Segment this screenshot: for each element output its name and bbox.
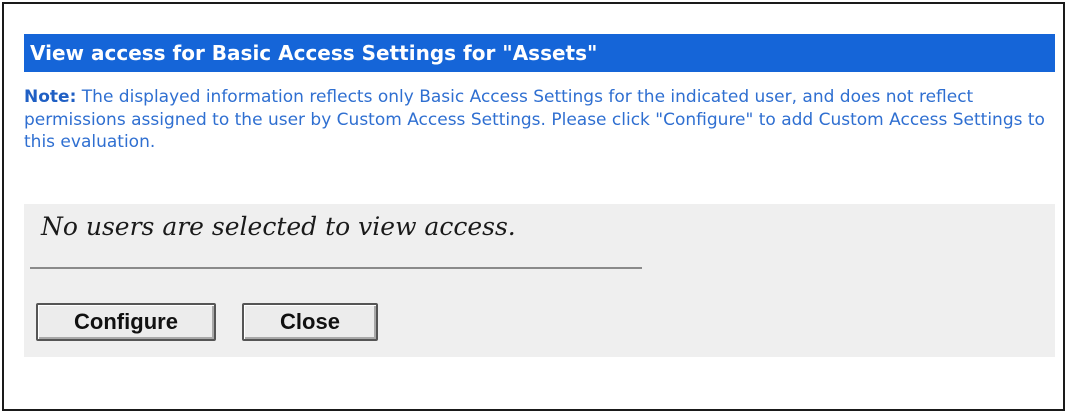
- access-panel: No users are selected to view access. Co…: [24, 204, 1055, 357]
- note-label: Note:: [24, 87, 77, 107]
- note-body: The displayed information reflects only …: [24, 87, 1045, 152]
- configure-button[interactable]: Configure: [36, 303, 216, 341]
- divider: [30, 267, 642, 269]
- dialog-title: View access for Basic Access Settings fo…: [24, 34, 1055, 72]
- note-text-block: Note: The displayed information reflects…: [24, 86, 1054, 154]
- empty-users-message: No users are selected to view access.: [41, 212, 516, 241]
- close-button[interactable]: Close: [242, 303, 378, 341]
